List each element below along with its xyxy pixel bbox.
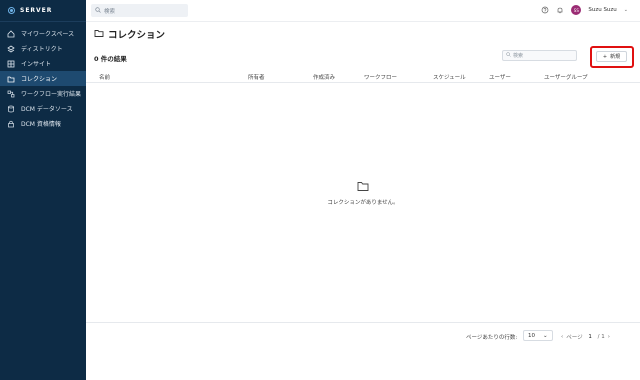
- sidebar-nav: マイワークスペース ディストリクト インサイト コレクション ワークフロー実行結…: [0, 26, 86, 131]
- prev-page-icon[interactable]: ‹: [561, 334, 563, 340]
- search-placeholder: 検索: [104, 8, 116, 15]
- column-header-user-groups[interactable]: ユーザーグループ: [544, 73, 588, 81]
- highlight-box: + 新規: [590, 46, 634, 68]
- sidebar-item-insight[interactable]: インサイト: [0, 56, 86, 71]
- sidebar-item-label: DCM データソース: [21, 106, 73, 113]
- folder-icon: [357, 180, 369, 192]
- column-header-schedule[interactable]: スケジュール: [433, 73, 466, 81]
- plus-icon: +: [602, 53, 608, 60]
- folder-icon: [94, 28, 104, 41]
- page-title-text: コレクション: [108, 30, 166, 41]
- sidebar-item-dcm-datasource[interactable]: DCM データソース: [0, 101, 86, 116]
- database-icon: [7, 105, 15, 113]
- home-icon: [7, 29, 15, 38]
- topbar: 検索 SS Suzu Suzu ⌄: [86, 0, 640, 22]
- sidebar-item-label: マイワークスペース: [21, 31, 75, 38]
- avatar[interactable]: SS: [571, 5, 582, 15]
- user-name[interactable]: Suzu Suzu: [588, 7, 616, 13]
- search-icon: [506, 52, 511, 59]
- rows-per-page-label: ページあたりの行数:: [466, 335, 518, 341]
- empty-message: コレクションがありません。: [327, 200, 399, 206]
- sidebar-item-dcm-credentials[interactable]: DCM 資格情報: [0, 116, 86, 131]
- logo-icon: [8, 7, 15, 14]
- results-count: 0 件の結果: [94, 55, 127, 63]
- column-header-created[interactable]: 作成済み: [313, 73, 335, 81]
- pagination: ページあたりの行数: 10 ⌄ ‹ ページ 1 / 1 ›: [86, 322, 640, 352]
- empty-state: コレクションがありません。: [86, 180, 640, 206]
- sidebar-item-label: インサイト: [21, 61, 52, 68]
- next-page-icon[interactable]: ›: [608, 334, 610, 340]
- global-search-input[interactable]: 検索: [91, 4, 188, 17]
- workflow-icon: [7, 90, 15, 98]
- sidebar-item-label: ワークフロー実行結果: [21, 91, 82, 98]
- current-page[interactable]: 1: [586, 334, 595, 340]
- column-header-workflow[interactable]: ワークフロー: [364, 73, 397, 81]
- page-navigation: ‹ ページ 1 / 1 ›: [561, 333, 610, 341]
- sidebar-item-collection[interactable]: コレクション: [0, 71, 86, 86]
- sidebar-item-label: DCM 資格情報: [21, 121, 61, 128]
- rows-per-page-select[interactable]: 10 ⌄: [523, 330, 553, 341]
- search-placeholder: 検索: [513, 53, 524, 59]
- sidebar: SERVER マイワークスペース ディストリクト インサイト コレクション ワー…: [0, 0, 86, 380]
- brand[interactable]: SERVER: [0, 0, 86, 22]
- sidebar-item-label: ディストリクト: [21, 46, 63, 53]
- collection-search-input[interactable]: 検索: [502, 50, 577, 61]
- help-icon[interactable]: [541, 6, 549, 14]
- sidebar-item-district[interactable]: ディストリクト: [0, 41, 86, 56]
- sidebar-item-label: コレクション: [21, 76, 58, 83]
- column-header-owner[interactable]: 所有者: [248, 73, 265, 81]
- column-header-users[interactable]: ユーザー: [489, 73, 511, 81]
- folder-icon: [7, 75, 15, 83]
- rows-per-page-value: 10: [528, 332, 535, 339]
- bell-icon[interactable]: [556, 6, 564, 14]
- total-pages: / 1: [597, 334, 605, 340]
- brand-name: SERVER: [20, 7, 53, 14]
- chevron-down-icon[interactable]: ⌄: [624, 7, 628, 13]
- grid-icon: [7, 60, 15, 68]
- chevron-down-icon: ⌄: [543, 332, 548, 339]
- page-label: ページ: [566, 335, 583, 341]
- sidebar-item-workflow-results[interactable]: ワークフロー実行結果: [0, 86, 86, 101]
- column-header-name[interactable]: 名前: [99, 73, 110, 81]
- new-button-label: 新規: [610, 54, 621, 60]
- lock-icon: [7, 120, 15, 128]
- sidebar-item-my-workspace[interactable]: マイワークスペース: [0, 26, 86, 41]
- topbar-actions: SS Suzu Suzu ⌄: [541, 5, 628, 15]
- table-header: 名前 所有者 作成済み ワークフロー スケジュール ユーザー ユーザーグループ: [86, 69, 640, 83]
- new-collection-button[interactable]: + 新規: [596, 51, 627, 62]
- layers-icon: [7, 45, 15, 53]
- search-icon: [95, 6, 101, 15]
- page-title: コレクション: [94, 27, 165, 41]
- main-content: コレクション 0 件の結果 検索 + 新規 名前 所有者 作成済み ワークフロー…: [86, 22, 640, 380]
